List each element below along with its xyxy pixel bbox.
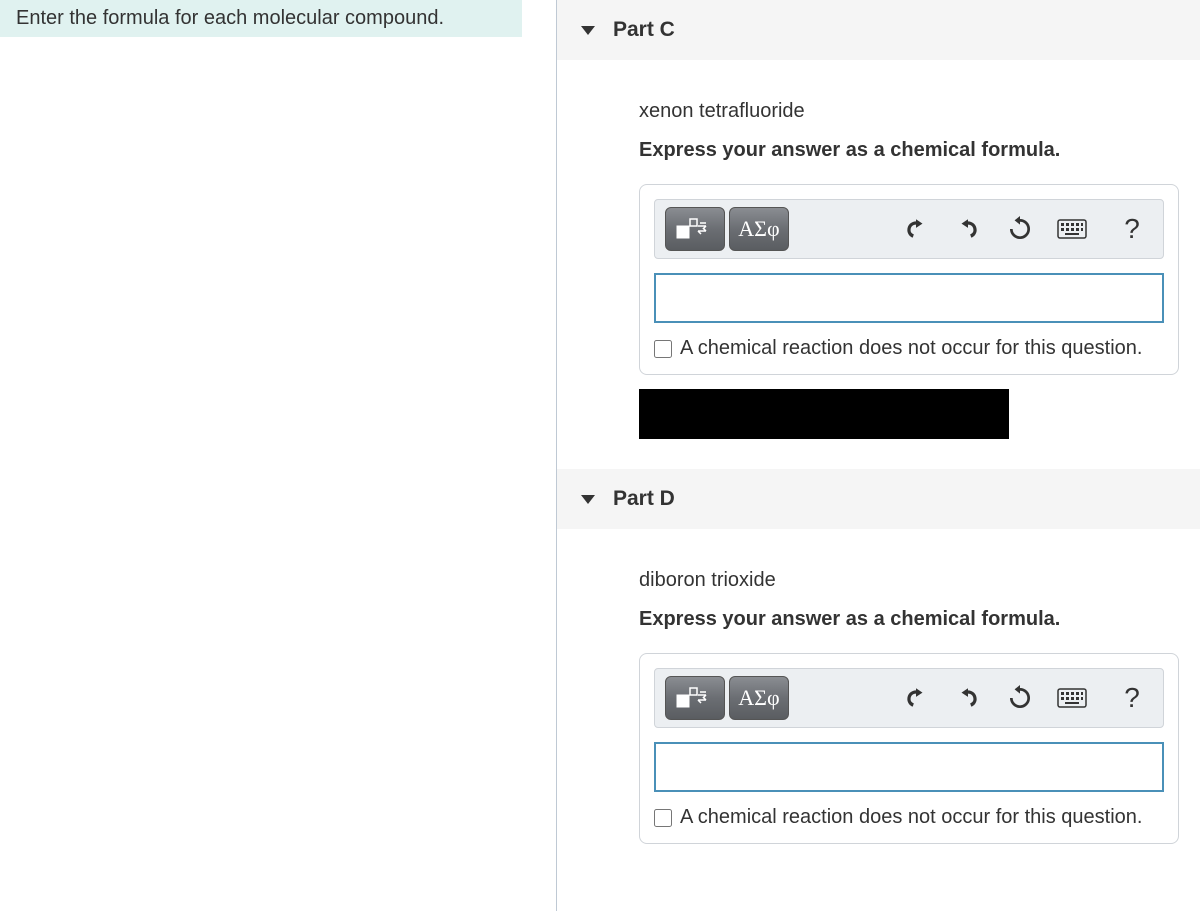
keyboard-icon <box>1057 687 1087 709</box>
no-reaction-checkbox[interactable] <box>654 809 672 827</box>
redo-button[interactable] <box>947 209 989 249</box>
answer-editor: ΑΣφ <box>639 184 1179 375</box>
formula-toolbar: ΑΣφ <box>654 668 1164 728</box>
undo-button[interactable] <box>895 209 937 249</box>
template-icon <box>676 215 714 243</box>
question-prompt: Enter the formula for each molecular com… <box>0 0 522 37</box>
no-reaction-label: A chemical reaction does not occur for t… <box>680 806 1142 829</box>
redacted-block <box>639 389 1009 439</box>
part-c-title: Part C <box>613 18 675 42</box>
part-d-title: Part D <box>613 487 675 511</box>
part-d-header[interactable]: Part D <box>557 469 1200 529</box>
help-button[interactable]: ? <box>1111 209 1153 249</box>
reset-button[interactable] <box>999 678 1041 718</box>
undo-button[interactable] <box>895 678 937 718</box>
formula-input[interactable] <box>654 273 1164 323</box>
part-d-block: Part D diboron trioxide Express your ans… <box>557 469 1200 874</box>
redo-icon <box>955 685 981 711</box>
vertical-divider <box>556 0 557 911</box>
greek-symbols-button[interactable]: ΑΣφ <box>729 676 789 720</box>
reset-icon <box>1007 216 1033 242</box>
redo-icon <box>955 216 981 242</box>
no-reaction-checkbox[interactable] <box>654 340 672 358</box>
chemistry-template-button[interactable] <box>665 676 725 720</box>
compound-name: xenon tetrafluoride <box>639 100 1180 123</box>
help-button[interactable]: ? <box>1111 678 1153 718</box>
keyboard-button[interactable] <box>1051 209 1093 249</box>
chevron-down-icon <box>581 26 595 35</box>
answer-editor: ΑΣφ <box>639 653 1179 844</box>
redo-button[interactable] <box>947 678 989 718</box>
no-reaction-row[interactable]: A chemical reaction does not occur for t… <box>654 335 1164 360</box>
chevron-down-icon <box>581 495 595 504</box>
formula-toolbar: ΑΣφ <box>654 199 1164 259</box>
answer-instruction: Express your answer as a chemical formul… <box>639 608 1180 631</box>
keyboard-icon <box>1057 218 1087 240</box>
no-reaction-label: A chemical reaction does not occur for t… <box>680 337 1142 360</box>
part-c-block: Part C xenon tetrafluoride Express your … <box>557 0 1200 469</box>
reset-icon <box>1007 685 1033 711</box>
part-c-header[interactable]: Part C <box>557 0 1200 60</box>
undo-icon <box>903 216 929 242</box>
chemistry-template-button[interactable] <box>665 207 725 251</box>
undo-icon <box>903 685 929 711</box>
answer-instruction: Express your answer as a chemical formul… <box>639 139 1180 162</box>
no-reaction-row[interactable]: A chemical reaction does not occur for t… <box>654 804 1164 829</box>
template-icon <box>676 684 714 712</box>
keyboard-button[interactable] <box>1051 678 1093 718</box>
formula-input[interactable] <box>654 742 1164 792</box>
greek-symbols-button[interactable]: ΑΣφ <box>729 207 789 251</box>
compound-name: diboron trioxide <box>639 569 1180 592</box>
reset-button[interactable] <box>999 209 1041 249</box>
